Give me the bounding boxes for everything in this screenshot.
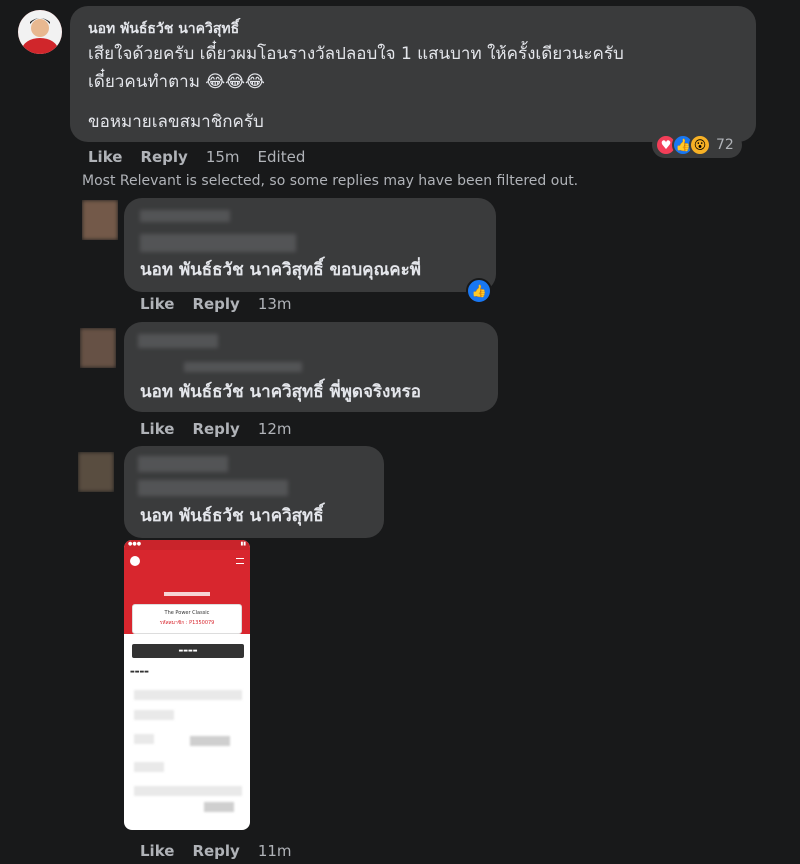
reply-time[interactable]: 11m: [258, 842, 292, 860]
reply-button[interactable]: Reply: [192, 295, 239, 313]
menu-icon: [236, 558, 244, 564]
reply-bubble: นอท พันธ์ธวัช นาควิสุทธิ์ พี่พูดจริงหรอ: [124, 322, 498, 412]
mention-link[interactable]: นอท พันธ์ธวัช นาควิสุทธิ์: [140, 506, 324, 526]
reply-text: นอท พันธ์ธวัช นาควิสุทธิ์: [140, 502, 324, 530]
attached-image[interactable]: ●●● ▮▮ The Power Classic รหัสสมาชิก : P13…: [124, 540, 250, 830]
section-label: ▬▬▬▬: [130, 669, 149, 675]
reply-avatar[interactable]: [80, 328, 116, 368]
reply-time[interactable]: 12m: [258, 420, 292, 438]
reply-actions: Like Reply 12m: [140, 420, 310, 438]
reply-text: นอท พันธ์ธวัช นาควิสุทธิ์ พี่พูดจริงหรอ: [140, 378, 421, 406]
reply-avatar[interactable]: [78, 452, 114, 492]
redacted-text: [138, 480, 288, 496]
reaction-count: 72: [716, 137, 734, 153]
filter-note: Most Relevant is selected, so some repli…: [82, 173, 579, 189]
mention-link[interactable]: นอท พันธ์ธวัช นาควิสุทธิ์: [140, 382, 324, 402]
redacted-name: [138, 456, 228, 472]
person-avatar-icon: [18, 10, 62, 54]
reply-message: พี่พูดจริงหรอ: [323, 382, 421, 402]
comment-time[interactable]: 15m: [206, 148, 240, 166]
reply-button[interactable]: Reply: [192, 842, 239, 860]
card-title: The Power Classic: [164, 610, 210, 616]
reaction-summary[interactable]: ♥ 👍 😮 72: [652, 132, 742, 158]
main-comment-actions: Like Reply 15m Edited: [88, 148, 323, 166]
like-button[interactable]: Like: [140, 295, 174, 313]
reply-bubble: นอท พันธ์ธวัช นาควิสุทธิ์: [124, 446, 384, 538]
mention-link[interactable]: นอท พันธ์ธวัช นาควิสุทธิ์: [140, 260, 324, 280]
member-card: The Power Classic รหัสสมาชิก : P1350079: [132, 604, 242, 634]
edit-button: ▬▬▬▬: [132, 644, 244, 658]
reply-button[interactable]: Reply: [192, 420, 239, 438]
redacted-name: [140, 210, 230, 222]
reply-text: นอท พันธ์ธวัช นาควิสุทธิ์ ขอบคุณคะพี่: [140, 256, 421, 284]
reply-bubble: นอท พันธ์ธวัช นาควิสุทธิ์ ขอบคุณคะพี่: [124, 198, 496, 292]
comment-text-line2: เดี๋ยวคนทำตาม 😂😂😂: [88, 72, 265, 92]
comment-author[interactable]: นอท พันธ์ธวัช นาควิสุทธิ์: [88, 18, 239, 40]
main-comment-bubble: นอท พันธ์ธวัช นาควิสุทธิ์ เสียใจด้วยครับ…: [70, 6, 756, 142]
redacted-name: [138, 334, 218, 348]
reply-message: ขอบคุณคะพี่: [323, 260, 422, 280]
main-commenter-avatar[interactable]: [18, 10, 62, 54]
reply-actions: Like Reply 13m: [140, 295, 310, 313]
like-reaction-icon[interactable]: 👍: [466, 278, 492, 304]
reply-button[interactable]: Reply: [140, 148, 187, 166]
reply-actions: Like Reply 11m: [140, 842, 310, 860]
redacted-text: [140, 234, 296, 252]
app-logo-icon: [130, 556, 140, 566]
like-button[interactable]: Like: [88, 148, 122, 166]
reply-avatar[interactable]: [82, 200, 118, 240]
reply-time[interactable]: 13m: [258, 295, 292, 313]
edited-label: Edited: [257, 148, 306, 166]
redacted-text: [184, 362, 302, 372]
like-button[interactable]: Like: [140, 420, 174, 438]
comment-text-line3: ขอหมายเลขสมาชิกครับ: [88, 112, 264, 132]
wow-reaction-icon: 😮: [689, 134, 711, 156]
card-subtitle: รหัสสมาชิก : P1350079: [159, 620, 215, 626]
like-button[interactable]: Like: [140, 842, 174, 860]
comment-text-line1: เสียใจด้วยครับ เดี๋ยวผมโอนรางวัลปลอบใจ 1…: [88, 44, 624, 64]
